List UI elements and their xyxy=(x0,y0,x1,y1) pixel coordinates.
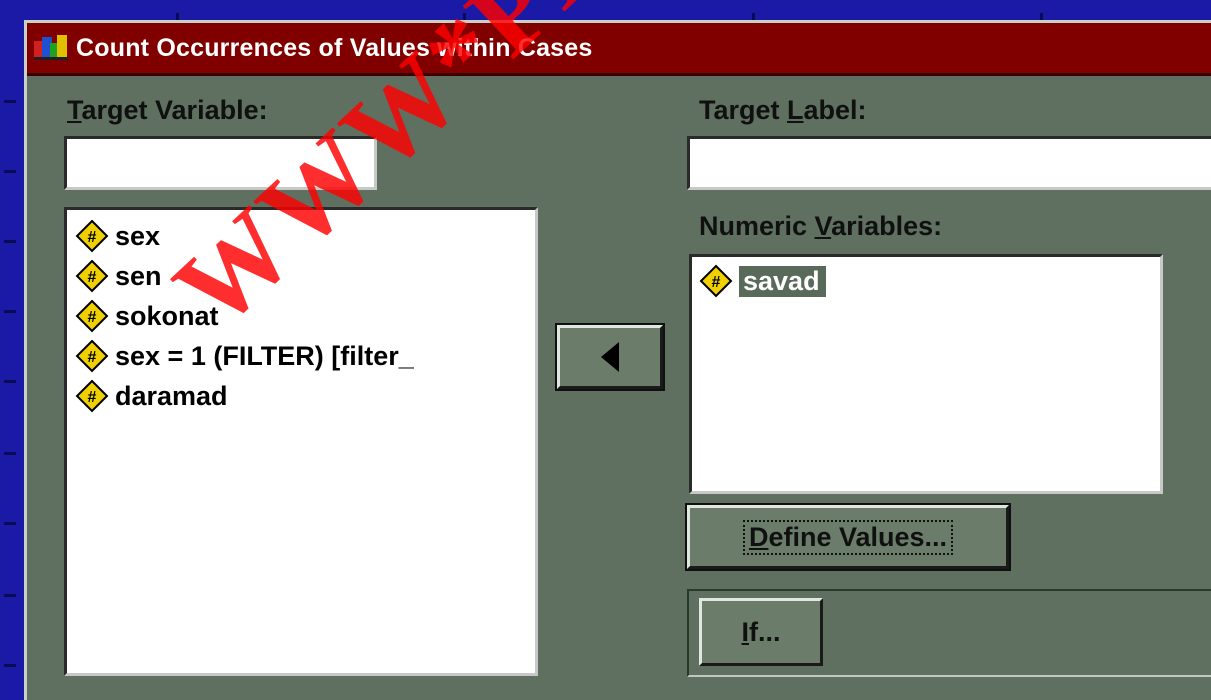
list-item-label: daramad xyxy=(115,380,228,411)
numeric-variable-icon: # xyxy=(75,299,109,333)
target-label-text-before: Target xyxy=(699,95,788,125)
list-item-label: sex xyxy=(115,220,161,251)
target-variable-label: Target Variable: xyxy=(67,95,268,126)
list-item[interactable]: # sex = 1 (FILTER) [filter_ xyxy=(75,336,535,376)
list-item[interactable]: # savad xyxy=(699,261,1160,301)
target-variable-input[interactable] xyxy=(64,136,377,190)
frame-tick xyxy=(4,452,16,455)
target-label-input[interactable] xyxy=(687,136,1211,190)
frame-tick xyxy=(4,310,16,313)
left-arrow-icon xyxy=(601,342,619,372)
define-values-button-frame: Define Values... xyxy=(685,503,1011,571)
title-bar[interactable]: Count Occurrences of Values within Cases xyxy=(27,23,1211,76)
list-item[interactable]: # daramad xyxy=(75,376,535,416)
target-label-text-after: abel: xyxy=(803,95,867,125)
svg-text:#: # xyxy=(88,269,97,286)
numeric-variable-icon: # xyxy=(75,259,109,293)
numeric-variable-icon: # xyxy=(75,339,109,373)
define-values-label: efine Values... xyxy=(768,521,948,552)
numeric-variables-label: Numeric Variables: xyxy=(699,211,942,242)
count-occurrences-dialog: Count Occurrences of Values within Cases… xyxy=(24,20,1211,700)
target-variable-mnemonic: T xyxy=(67,95,82,125)
frame-tick xyxy=(4,380,16,383)
if-label: f... xyxy=(749,616,781,647)
svg-text:#: # xyxy=(88,389,97,406)
svg-text:#: # xyxy=(88,229,97,246)
frame-tick xyxy=(4,170,16,173)
define-values-button[interactable]: Define Values... xyxy=(687,505,1009,569)
spss-app-icon[interactable] xyxy=(34,35,68,61)
define-values-mnemonic: D xyxy=(748,521,769,552)
numeric-variables-text-after: ariables: xyxy=(831,211,943,241)
target-label-mnemonic: L xyxy=(787,95,804,125)
target-label-label: Target Label: xyxy=(699,95,867,126)
svg-text:#: # xyxy=(88,309,97,326)
list-item[interactable]: # sokonat xyxy=(75,296,535,336)
move-button-frame xyxy=(555,323,665,391)
numeric-variables-text-before: Numeric xyxy=(699,211,815,241)
frame-tick xyxy=(4,100,16,103)
source-variable-list[interactable]: # sex # sen # sokonat # sex = 1 (FILTER)… xyxy=(64,207,538,676)
frame-tick xyxy=(4,594,16,597)
numeric-variable-icon: # xyxy=(75,379,109,413)
focus-rectangle: Define Values... xyxy=(742,519,954,555)
frame-tick xyxy=(4,522,16,525)
list-item[interactable]: # sen xyxy=(75,256,535,296)
numeric-variables-mnemonic: V xyxy=(814,211,832,241)
svg-text:#: # xyxy=(88,349,97,366)
numeric-variable-icon: # xyxy=(699,264,733,298)
frame-tick xyxy=(4,664,16,667)
numeric-variables-list[interactable]: # savad xyxy=(689,254,1163,494)
if-mnemonic: I xyxy=(741,616,749,647)
list-item-label: sokonat xyxy=(115,300,219,331)
list-item-label: sen xyxy=(115,260,162,291)
list-item-label-selected: savad xyxy=(739,265,826,297)
frame-tick xyxy=(4,240,16,243)
if-button[interactable]: If... xyxy=(699,598,823,666)
numeric-variable-icon: # xyxy=(75,219,109,253)
move-variable-button[interactable] xyxy=(557,325,663,389)
svg-text:#: # xyxy=(712,274,721,291)
list-item[interactable]: # sex xyxy=(75,216,535,256)
target-variable-label-text: arget Variable: xyxy=(81,95,268,125)
window-title: Count Occurrences of Values within Cases xyxy=(76,33,593,62)
list-item-label: sex = 1 (FILTER) [filter_ xyxy=(115,340,414,371)
